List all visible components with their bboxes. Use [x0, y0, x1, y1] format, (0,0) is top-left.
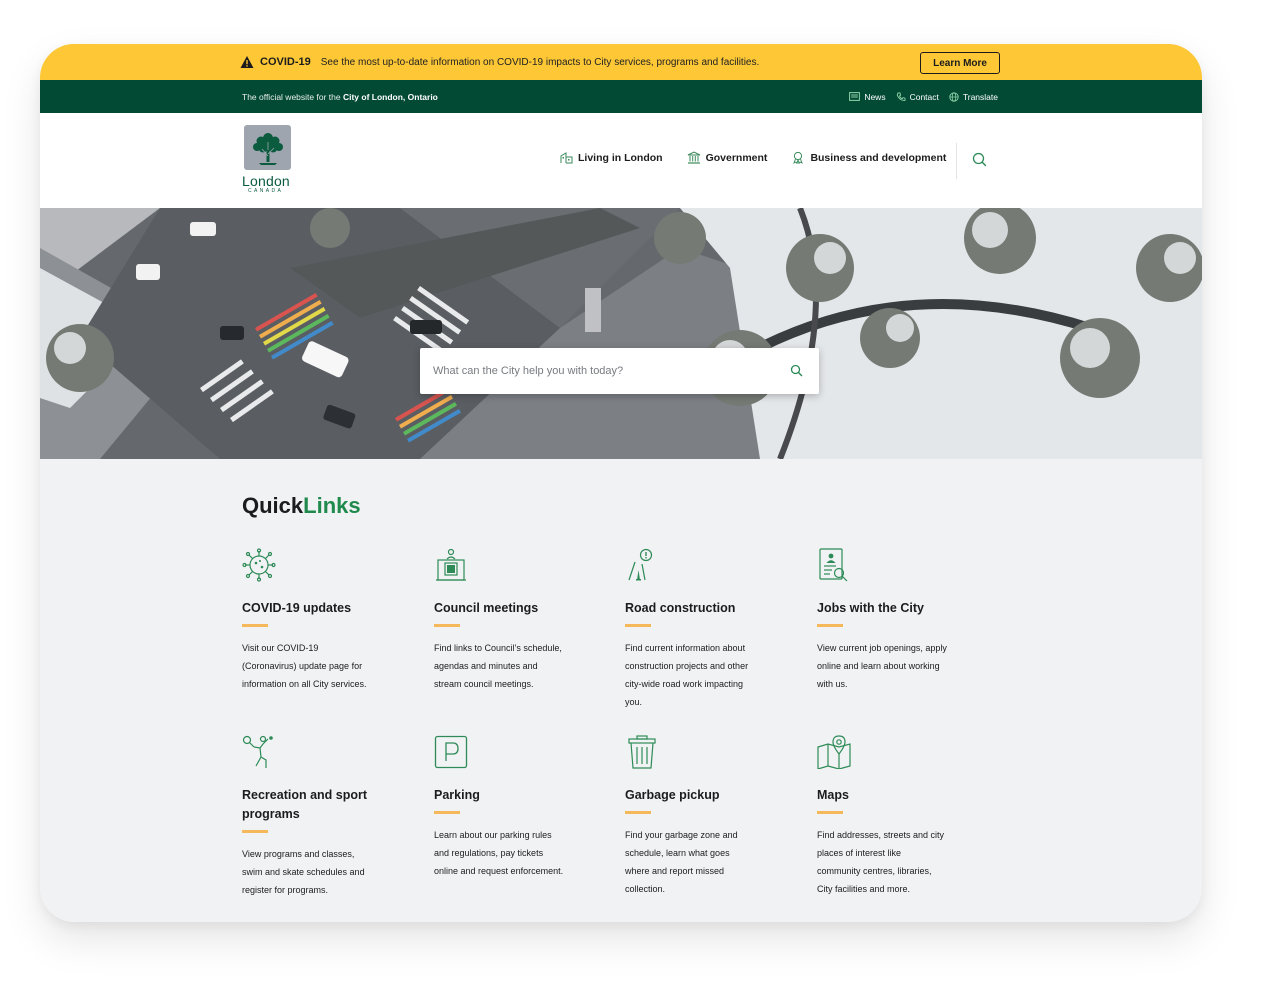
nav-business-and-development[interactable]: Business and development	[791, 151, 946, 164]
title-underline	[625, 811, 651, 814]
quicklink-garbage-pickup[interactable]: Garbage pickup Find your garbage zone an…	[625, 735, 790, 898]
nav-government[interactable]: Government	[687, 151, 767, 164]
nav-living-in-london[interactable]: Living in London	[560, 151, 663, 164]
quicklink-recreation-and-sport-programs[interactable]: Recreation and sport programs View progr…	[242, 735, 407, 899]
site-header: London CANADA Living in London Governmen…	[40, 113, 1202, 208]
official-site-text: The official website for the City of Lon…	[242, 91, 438, 102]
utility-link-news[interactable]: News	[849, 92, 886, 102]
official-city-name: City of London, Ontario	[342, 91, 438, 102]
trash-bin-icon	[628, 735, 656, 769]
virus-icon	[242, 548, 276, 582]
quicklinks-title: QuickLinks	[242, 493, 361, 518]
learn-more-button[interactable]: Learn More	[920, 52, 1000, 74]
main-nav: Living in London Government Business and…	[560, 151, 946, 164]
hero-banner	[40, 208, 1202, 459]
quicklink-description: View programs and classes, swim and skat…	[242, 849, 365, 895]
warning-icon	[240, 56, 254, 68]
alert-label: COVID-19	[260, 56, 311, 68]
map-pin-icon	[817, 735, 851, 770]
tennis-player-icon	[242, 735, 273, 768]
handshake-icon	[793, 151, 804, 164]
quicklink-description: View current job openings, apply online …	[817, 643, 947, 689]
city-logo[interactable]: London CANADA	[242, 125, 298, 195]
quicklink-road-construction[interactable]: Road construction Find current informati…	[625, 548, 790, 711]
podium-icon	[436, 548, 466, 581]
title-underline	[434, 811, 460, 814]
utility-bar: The official website for the City of Lon…	[40, 80, 1202, 113]
globe-icon	[949, 91, 959, 102]
logo-wordmark: London	[242, 173, 290, 189]
news-icon	[849, 92, 861, 101]
title-underline	[817, 811, 843, 814]
quicklink-description: Find current information about construct…	[625, 643, 749, 707]
quicklink-description: Find your garbage zone and schedule, lea…	[625, 830, 738, 894]
title-underline	[434, 624, 460, 627]
quicklink-title: Recreation and sport programs	[242, 788, 368, 821]
utility-links: News Contact Translate	[849, 80, 998, 113]
quicklink-description: Visit our COVID-19 (Coronavirus) update …	[242, 643, 367, 689]
quicklink-description: Find addresses, streets and city places …	[817, 830, 945, 894]
quicklink-title: Jobs with the City	[817, 601, 924, 615]
quicklink-title: Road construction	[625, 601, 736, 615]
quicklink-council-meetings[interactable]: Council meetings Find links to Council’s…	[434, 548, 599, 693]
quicklink-title: Parking	[434, 788, 480, 802]
alert-message: See the most up-to-date information on C…	[320, 56, 760, 68]
quicklink-description: Learn about our parking rules and regula…	[434, 830, 564, 876]
parking-icon	[434, 735, 468, 769]
nav-divider	[956, 143, 957, 179]
quicklink-covid-updates[interactable]: COVID-19 updates Visit our COVID-19 (Cor…	[242, 548, 407, 693]
header-search-button[interactable]	[972, 152, 987, 172]
tree-icon	[252, 132, 283, 165]
hero-search-icon[interactable]	[790, 364, 803, 377]
title-underline	[625, 624, 651, 627]
quicklink-title: Maps	[817, 788, 849, 802]
title-underline	[817, 624, 843, 627]
quicklink-title: Garbage pickup	[625, 788, 720, 802]
hero-search-box	[420, 348, 819, 394]
utility-link-translate[interactable]: Translate	[949, 92, 998, 102]
job-search-icon	[819, 548, 848, 582]
hero-city-intersection-image	[40, 208, 1202, 459]
building-icon	[560, 152, 573, 164]
quicklink-maps[interactable]: Maps Find addresses, streets and city pl…	[817, 735, 982, 898]
quicklink-jobs-with-the-city[interactable]: Jobs with the City View current job open…	[817, 548, 982, 693]
government-icon	[687, 151, 700, 164]
title-underline	[242, 830, 268, 833]
quicklink-title: COVID-19 updates	[242, 601, 352, 615]
browser-page: COVID-19 See the most up-to-date informa…	[40, 44, 1202, 922]
quicklink-parking[interactable]: Parking Learn about our parking rules an…	[434, 735, 599, 880]
quicklink-description: Find links to Council’s schedule, agenda…	[434, 643, 562, 689]
utility-link-contact[interactable]: Contact	[896, 92, 939, 102]
hero-search-input[interactable]	[420, 348, 780, 394]
phone-icon	[896, 92, 906, 101]
search-icon	[972, 152, 987, 167]
quicklink-title: Council meetings	[434, 601, 539, 615]
road-work-icon	[628, 548, 653, 581]
title-underline	[242, 624, 268, 627]
covid-alert-banner: COVID-19 See the most up-to-date informa…	[40, 44, 1202, 80]
